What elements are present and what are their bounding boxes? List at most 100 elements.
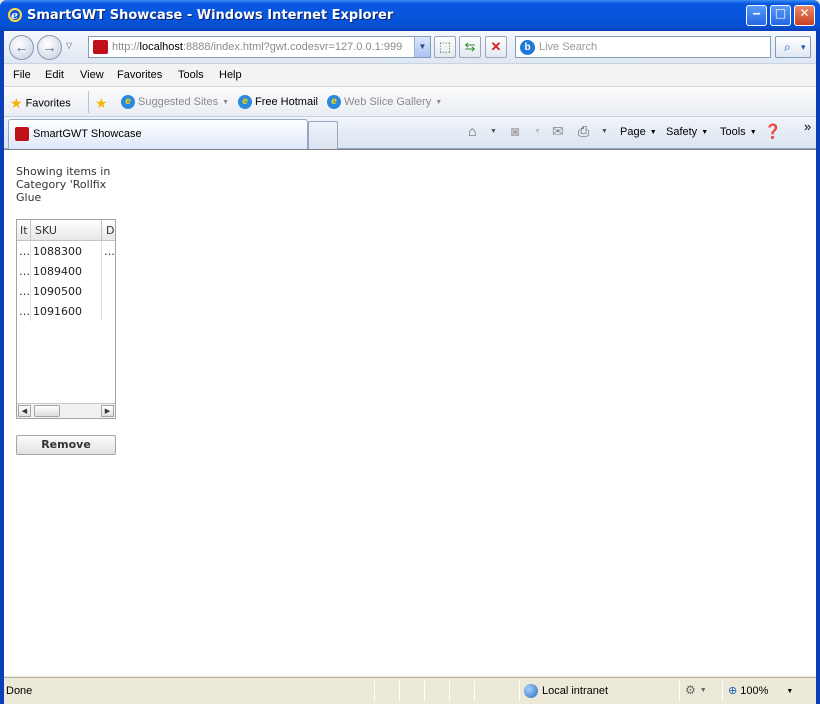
divider <box>474 681 475 701</box>
compatibility-view-button[interactable]: ⬚ <box>434 36 456 58</box>
new-tab-button[interactable] <box>308 121 338 149</box>
grid-cell <box>102 301 115 321</box>
table-row[interactable]: … 1088300 … <box>17 241 115 261</box>
print-icon[interactable]: ⎙ <box>578 123 589 140</box>
column-header-description[interactable]: D <box>102 220 115 241</box>
table-row[interactable]: … 1089400 <box>17 261 115 281</box>
grid-cell: 1089400 <box>31 261 102 281</box>
add-to-favorites-bar-button[interactable]: ★ <box>95 95 111 112</box>
status-text: Done <box>6 685 33 697</box>
grid-cell: … <box>17 281 31 301</box>
tools-menu[interactable]: Tools ▼ <box>720 126 757 138</box>
status-bar: Done Local intranet ⚙ ▼ ⊕ 100% ▼ <box>4 677 816 704</box>
ie-logo-icon: e <box>8 8 22 22</box>
scrollbar-thumb[interactable] <box>34 405 60 417</box>
security-zone[interactable]: Local intranet <box>524 684 608 698</box>
chevron-down-icon[interactable]: ▼ <box>601 128 608 135</box>
search-options-dropdown[interactable]: ▾ <box>801 42 806 53</box>
grid-cell <box>102 261 115 281</box>
favorites-button[interactable]: ★ Favorites <box>10 95 71 112</box>
column-header-item[interactable]: It <box>17 220 31 241</box>
divider <box>424 681 425 701</box>
menu-file[interactable]: File <box>13 69 31 81</box>
browser-frame: ← → ▽ http://localhost:8888/index.html?g… <box>4 31 816 704</box>
zoom-level[interactable]: ⊕ 100% ▼ <box>728 684 793 697</box>
search-input[interactable]: Live Search <box>539 41 597 53</box>
stop-button[interactable]: ✕ <box>485 36 507 58</box>
chevron-down-icon[interactable]: ▼ <box>490 128 497 135</box>
read-mail-icon[interactable]: ✉ <box>552 123 564 140</box>
ie-page-icon: e <box>121 95 135 109</box>
table-row[interactable]: … 1090500 <box>17 281 115 301</box>
browser-window: e SmartGWT Showcase - Windows Internet E… <box>0 0 820 704</box>
divider <box>519 681 520 701</box>
recent-pages-dropdown[interactable]: ▽ <box>66 41 72 50</box>
address-dropdown-button[interactable]: ▼ <box>414 37 430 57</box>
help-icon[interactable]: ❓ <box>764 123 781 140</box>
back-button[interactable]: ← <box>9 35 34 60</box>
more-commands-button[interactable]: » <box>804 119 811 134</box>
tab-label: SmartGWT Showcase <box>33 128 142 140</box>
tab-bar: SmartGWT Showcase ⌂ ▼ ◙ ▼ ✉ ⎙ ▼ Page ▼ Sa… <box>4 117 816 149</box>
menu-view[interactable]: View <box>80 69 104 81</box>
forward-button[interactable]: → <box>37 35 62 60</box>
scroll-left-button[interactable]: ◀ <box>18 405 31 417</box>
zoom-icon: ⊕ <box>728 685 738 697</box>
address-bar[interactable]: http://localhost:8888/index.html?gwt.cod… <box>88 36 431 58</box>
page-menu[interactable]: Page ▼ <box>620 126 657 138</box>
chevron-down-icon: ▼ <box>649 128 657 136</box>
items-grid[interactable]: It SKU D … 1088300 … … 1089400 … 1090500 <box>16 219 116 419</box>
menu-bar: File Edit View Favorites Tools Help <box>4 63 816 87</box>
ie-page-icon: e <box>327 95 341 109</box>
divider <box>679 681 680 701</box>
feeds-icon[interactable]: ◙ <box>511 123 519 139</box>
protected-mode-icon[interactable]: ⚙ ▼ <box>685 683 707 697</box>
grid-cell: 1091600 <box>31 301 102 321</box>
scroll-right-button[interactable]: ▶ <box>101 405 114 417</box>
table-row[interactable]: … 1091600 <box>17 301 115 321</box>
window-title: SmartGWT Showcase - Windows Internet Exp… <box>27 8 394 23</box>
minimize-button[interactable]: ‒ <box>746 5 767 26</box>
menu-tools[interactable]: Tools <box>178 69 204 81</box>
local-intranet-icon <box>524 684 538 698</box>
category-caption: Showing items in Category 'Rollfix Glue <box>16 165 111 204</box>
search-button[interactable]: ⌕ ▾ <box>775 36 811 58</box>
navigation-bar: ← → ▽ http://localhost:8888/index.html?g… <box>4 31 816 63</box>
divider <box>374 681 375 701</box>
menu-help[interactable]: Help <box>219 69 242 81</box>
title-bar[interactable]: e SmartGWT Showcase - Windows Internet E… <box>0 0 820 31</box>
remove-button[interactable]: Remove <box>16 435 116 455</box>
suggested-sites-link[interactable]: e Suggested Sites ▼ <box>121 95 229 109</box>
separator <box>88 91 89 113</box>
horizontal-scrollbar[interactable]: ◀ ▶ <box>17 403 115 418</box>
chevron-down-icon: ▼ <box>786 687 794 695</box>
maximize-button[interactable]: □ <box>770 5 791 26</box>
chevron-down-icon[interactable]: ▼ <box>534 128 541 135</box>
bing-logo-icon: b <box>520 40 535 55</box>
safety-menu[interactable]: Safety ▼ <box>666 126 708 138</box>
chevron-down-icon: ▼ <box>435 98 443 106</box>
page-content: Showing items in Category 'Rollfix Glue … <box>4 149 816 676</box>
menu-favorites[interactable]: Favorites <box>117 69 162 81</box>
free-hotmail-link[interactable]: e Free Hotmail <box>238 95 318 109</box>
ie-page-icon: e <box>238 95 252 109</box>
chevron-down-icon: ▼ <box>701 128 709 136</box>
divider <box>399 681 400 701</box>
web-slice-gallery-link[interactable]: e Web Slice Gallery ▼ <box>327 95 442 109</box>
site-favicon-icon <box>93 40 108 54</box>
home-icon[interactable]: ⌂ <box>468 123 476 139</box>
grid-cell: 1088300 <box>31 241 102 261</box>
divider <box>449 681 450 701</box>
favorites-star-icon: ★ <box>10 95 23 111</box>
close-window-button[interactable]: ✕ <box>794 5 815 26</box>
add-favorite-icon: ★ <box>95 95 108 111</box>
address-url[interactable]: http://localhost:8888/index.html?gwt.cod… <box>112 41 412 53</box>
chevron-down-icon: ▼ <box>222 98 230 106</box>
column-header-sku[interactable]: SKU <box>31 220 102 241</box>
refresh-button[interactable]: ⇆ <box>459 36 481 58</box>
tab-smartgwt-showcase[interactable]: SmartGWT Showcase <box>8 119 308 149</box>
menu-edit[interactable]: Edit <box>45 69 64 81</box>
grid-cell: … <box>17 241 31 261</box>
search-box[interactable]: b Live Search <box>515 36 771 58</box>
left-panel: Showing items in Category 'Rollfix Glue <box>16 165 116 204</box>
